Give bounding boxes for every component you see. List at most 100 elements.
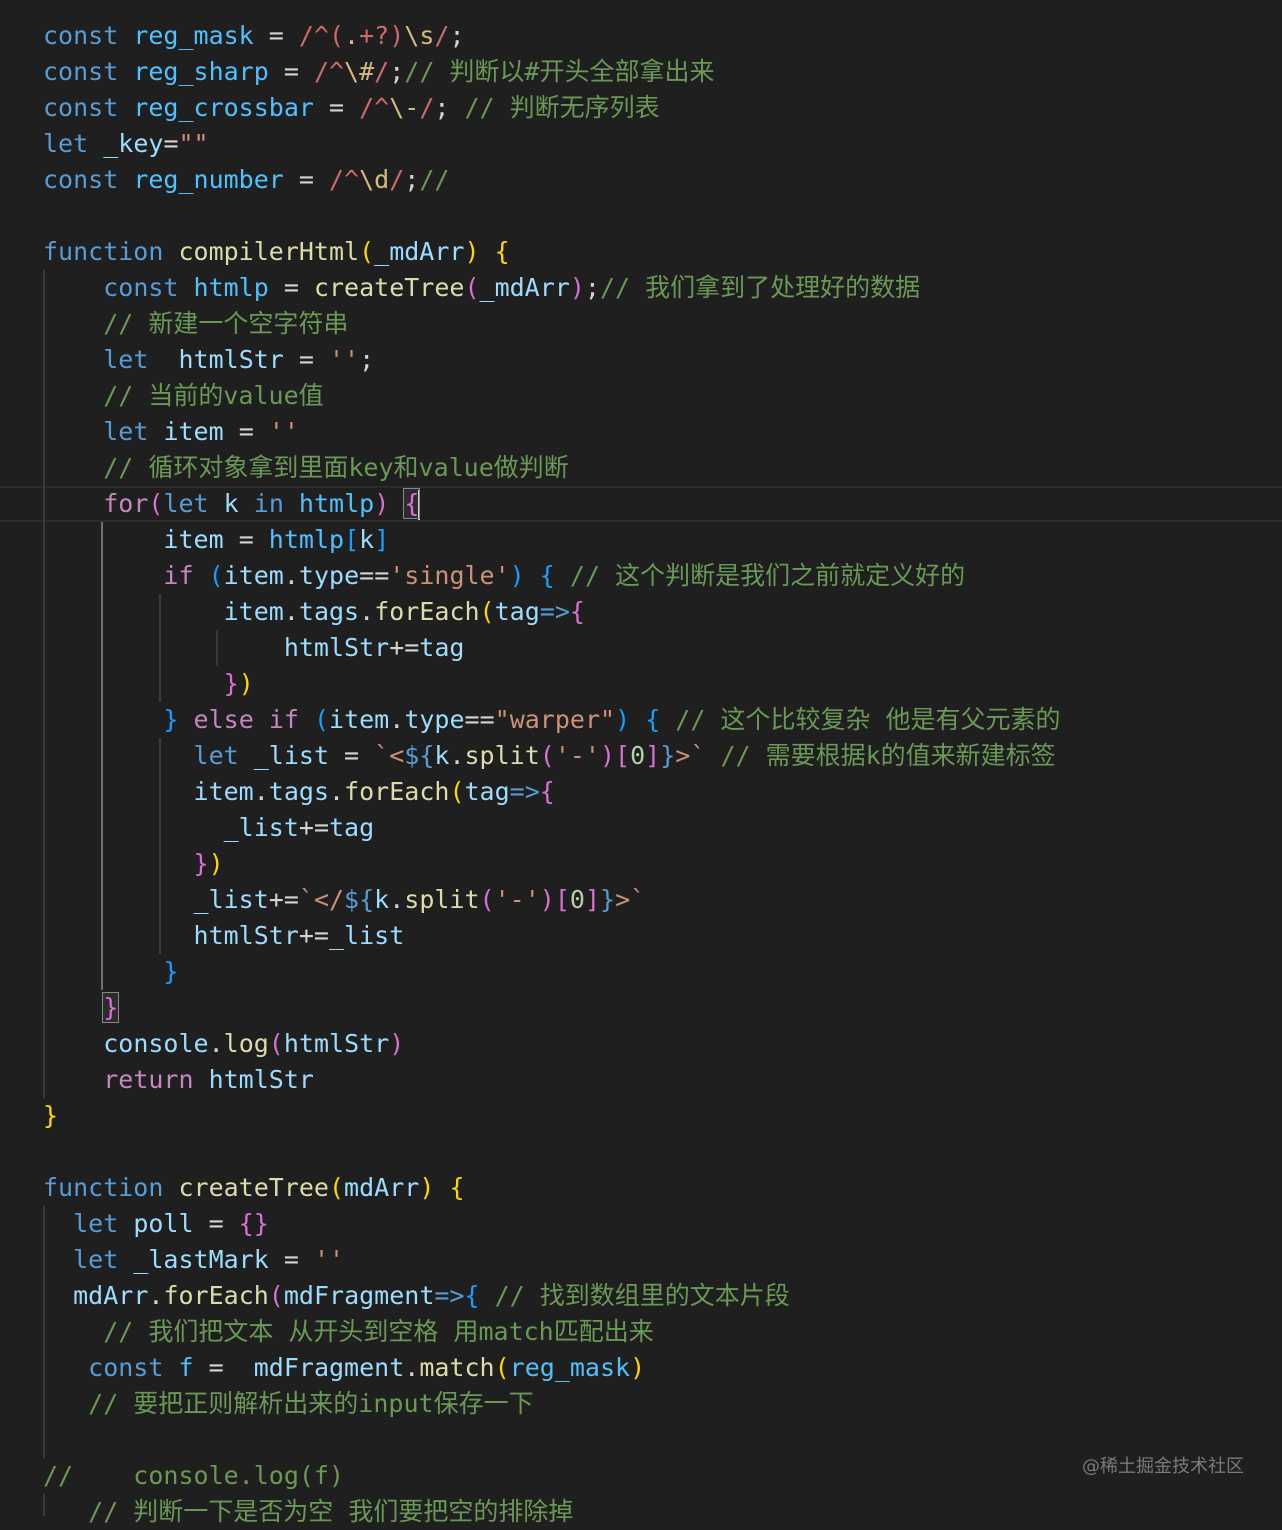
code-token: . — [389, 885, 405, 914]
code-token: \d — [359, 165, 390, 194]
code-line: }) — [43, 846, 224, 882]
code-line: // 循环对象拿到里面key和value做判断 — [43, 450, 569, 486]
code-token: += — [298, 921, 329, 950]
code-token: '-' — [494, 885, 540, 914]
code-token: createTree — [313, 273, 465, 302]
code-token: '' — [268, 417, 299, 446]
code-token: k — [434, 741, 450, 770]
code-token: k — [359, 525, 375, 554]
code-token: \# — [344, 57, 375, 86]
code-token: tag — [329, 813, 375, 842]
code-token: ( — [268, 1281, 284, 1310]
code-token: f — [178, 1353, 194, 1382]
code-token: _mdArr — [374, 237, 465, 266]
code-token: / — [389, 165, 405, 194]
code-token: htmlStr — [208, 1065, 314, 1094]
code-token: ; — [434, 93, 465, 122]
code-token: +?) — [359, 21, 405, 50]
code-token: ) — [539, 885, 555, 914]
code-token: ] — [374, 525, 390, 554]
code-token: = — [283, 345, 329, 374]
code-token: `< — [374, 741, 405, 770]
code-token: if — [268, 705, 314, 734]
code-token: . — [148, 1281, 164, 1310]
code-line: const reg_number = /^\d/;// — [43, 162, 449, 198]
code-line: } else if (item.type=="warper") { // 这个比… — [43, 702, 1060, 738]
code-token: // 判断以#开头全部拿出来 — [404, 57, 715, 86]
code-line: let poll = {} — [43, 1206, 269, 1242]
code-token: ( — [313, 705, 330, 734]
code-token: = — [329, 741, 375, 770]
code-line: let item = '' — [43, 414, 299, 450]
code-token: /^ — [328, 165, 360, 194]
code-token: ( — [328, 1173, 345, 1202]
code-token: ( — [449, 777, 465, 806]
code-line: function createTree(mdArr) { — [43, 1170, 465, 1206]
code-line: }) — [43, 666, 254, 702]
code-token: . — [359, 597, 375, 626]
code-token: ( — [479, 885, 495, 914]
code-token: ( — [464, 273, 480, 302]
text-cursor — [418, 490, 421, 520]
code-token: } — [102, 992, 120, 1023]
code-line: // 要把正则解析出来的input保存一下 — [43, 1386, 533, 1422]
code-token: ) — [569, 273, 585, 302]
code-editor[interactable]: const reg_mask = /^(.+?)\s/; const reg_sh… — [0, 0, 1282, 1526]
code-token: ) — [238, 669, 254, 698]
code-token: ] — [584, 885, 601, 914]
code-token: ) — [509, 561, 525, 590]
code-token: let — [43, 129, 104, 158]
code-token: htmlStr — [193, 921, 299, 950]
code-line: } — [43, 990, 120, 1026]
code-token: reg_number — [133, 165, 284, 194]
code-token: ; — [359, 345, 375, 374]
code-token: = — [253, 21, 299, 50]
code-token: { — [403, 488, 421, 519]
code-token: k — [374, 885, 390, 914]
code-token: _key — [103, 129, 164, 158]
code-token: = — [313, 93, 360, 122]
code-token: createTree — [178, 1173, 329, 1202]
code-token: [ — [615, 741, 631, 770]
code-line: function compilerHtml(_mdArr) { — [43, 234, 510, 270]
code-token: [ — [554, 885, 570, 914]
code-line: _list+=`</${k.split('-')[0]}>` — [43, 882, 646, 918]
code-token: else — [193, 705, 269, 734]
code-token: >` — [615, 885, 646, 914]
code-token: tags — [268, 777, 330, 806]
watermark: @稀土掘金技术社区 — [1082, 1456, 1244, 1477]
code-token: const — [43, 93, 134, 122]
code-line: if (item.type=='single') { // 这个判断是我们之前就… — [43, 558, 965, 594]
code-token: ) — [208, 849, 224, 878]
code-token: // 判断无序列表 — [464, 93, 660, 122]
code-token: _list — [328, 921, 405, 950]
code-token: '-' — [554, 741, 600, 770]
code-token: { — [539, 777, 555, 806]
code-token: item — [163, 417, 224, 446]
code-token: => — [434, 1281, 465, 1310]
code-line: } — [43, 954, 178, 990]
code-token: reg_mask — [133, 21, 254, 50]
code-token: . — [389, 705, 405, 734]
code-token: item — [223, 597, 284, 626]
code-line: _list+=tag — [43, 810, 375, 846]
code-token: `</ — [298, 885, 345, 914]
code-token: = — [268, 273, 314, 302]
code-token: tag — [464, 777, 510, 806]
code-token: tag — [494, 597, 540, 626]
